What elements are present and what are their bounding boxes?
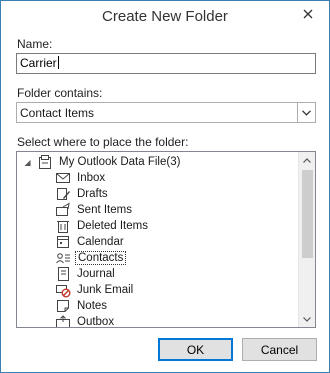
text-caret <box>57 56 59 69</box>
tree-root[interactable]: My Outlook Data File(3) <box>37 154 182 170</box>
deleted-items-icon <box>57 221 69 233</box>
tree-item-sent-items[interactable]: Sent Items <box>55 202 134 218</box>
tree-item-label: Calendar <box>77 236 124 248</box>
tree-item-label: Deleted Items <box>77 220 148 232</box>
folder-contains-dropdown[interactable]: Contact Items <box>16 102 316 123</box>
dropdown-button[interactable] <box>297 103 315 122</box>
tree-label: Select where to place the folder: <box>17 135 189 149</box>
inbox-icon <box>56 173 70 183</box>
junk-email-icon <box>56 285 71 298</box>
tree-item-notes[interactable]: Notes <box>55 298 109 314</box>
sent-items-icon <box>56 202 70 216</box>
close-icon <box>303 9 313 19</box>
outbox-icon <box>56 315 70 327</box>
contacts-icon <box>56 253 70 264</box>
folder-contains-value: Contact Items <box>20 106 95 120</box>
drafts-icon <box>57 188 70 200</box>
tree-item-journal[interactable]: Journal <box>55 266 117 282</box>
data-file-icon <box>39 155 51 169</box>
tree-item-calendar[interactable]: Calendar <box>55 234 126 250</box>
calendar-icon <box>57 236 69 248</box>
close-button[interactable] <box>297 4 319 24</box>
chevron-down-icon <box>302 109 311 116</box>
folder-contains-label: Folder contains: <box>17 86 103 100</box>
dialog-title: Create New Folder <box>102 8 228 25</box>
tree-item-label: Outbox <box>77 316 115 328</box>
tree-item-label: Junk Email <box>77 284 134 296</box>
title-bar: Create New Folder <box>1 1 329 33</box>
tree-item-drafts[interactable]: Drafts <box>55 186 110 202</box>
tree-item-contacts[interactable]: Contacts <box>55 250 127 266</box>
tree-item-outbox[interactable]: Outbox <box>55 314 116 328</box>
scroll-up-button[interactable] <box>299 152 315 168</box>
cancel-button[interactable]: Cancel <box>242 338 317 361</box>
scroll-thumb[interactable] <box>302 170 313 258</box>
tree-item-junk-email[interactable]: Junk Email <box>55 282 135 298</box>
tree-item-deleted-items[interactable]: Deleted Items <box>55 218 150 234</box>
tree-item-label: Sent Items <box>77 204 132 216</box>
name-input-value: Carrier <box>20 56 57 70</box>
journal-icon <box>58 267 69 281</box>
tree-item-label: Contacts <box>75 251 127 265</box>
scroll-down-button[interactable] <box>299 311 315 327</box>
notes-icon <box>57 300 69 312</box>
scroll-up-arrow-icon <box>303 157 311 163</box>
tree-scrollbar[interactable] <box>298 152 315 327</box>
tree-item-label: Journal <box>77 268 115 280</box>
name-input[interactable]: Carrier <box>16 53 316 74</box>
folder-tree[interactable]: My Outlook Data File(3) Inbox Drafts Sen… <box>16 151 316 328</box>
tree-item-label: Drafts <box>77 188 108 200</box>
create-new-folder-dialog: Create New Folder Name: Carrier Folder c… <box>0 0 330 373</box>
scroll-down-arrow-icon <box>303 316 311 322</box>
name-label: Name: <box>17 37 53 51</box>
tree-root-label: My Outlook Data File(3) <box>59 156 181 168</box>
expanded-triangle-icon[interactable] <box>23 158 33 168</box>
ok-button[interactable]: OK <box>158 338 233 361</box>
tree-item-inbox[interactable]: Inbox <box>55 170 107 186</box>
tree-item-label: Notes <box>77 300 108 312</box>
tree-item-label: Inbox <box>77 172 106 184</box>
